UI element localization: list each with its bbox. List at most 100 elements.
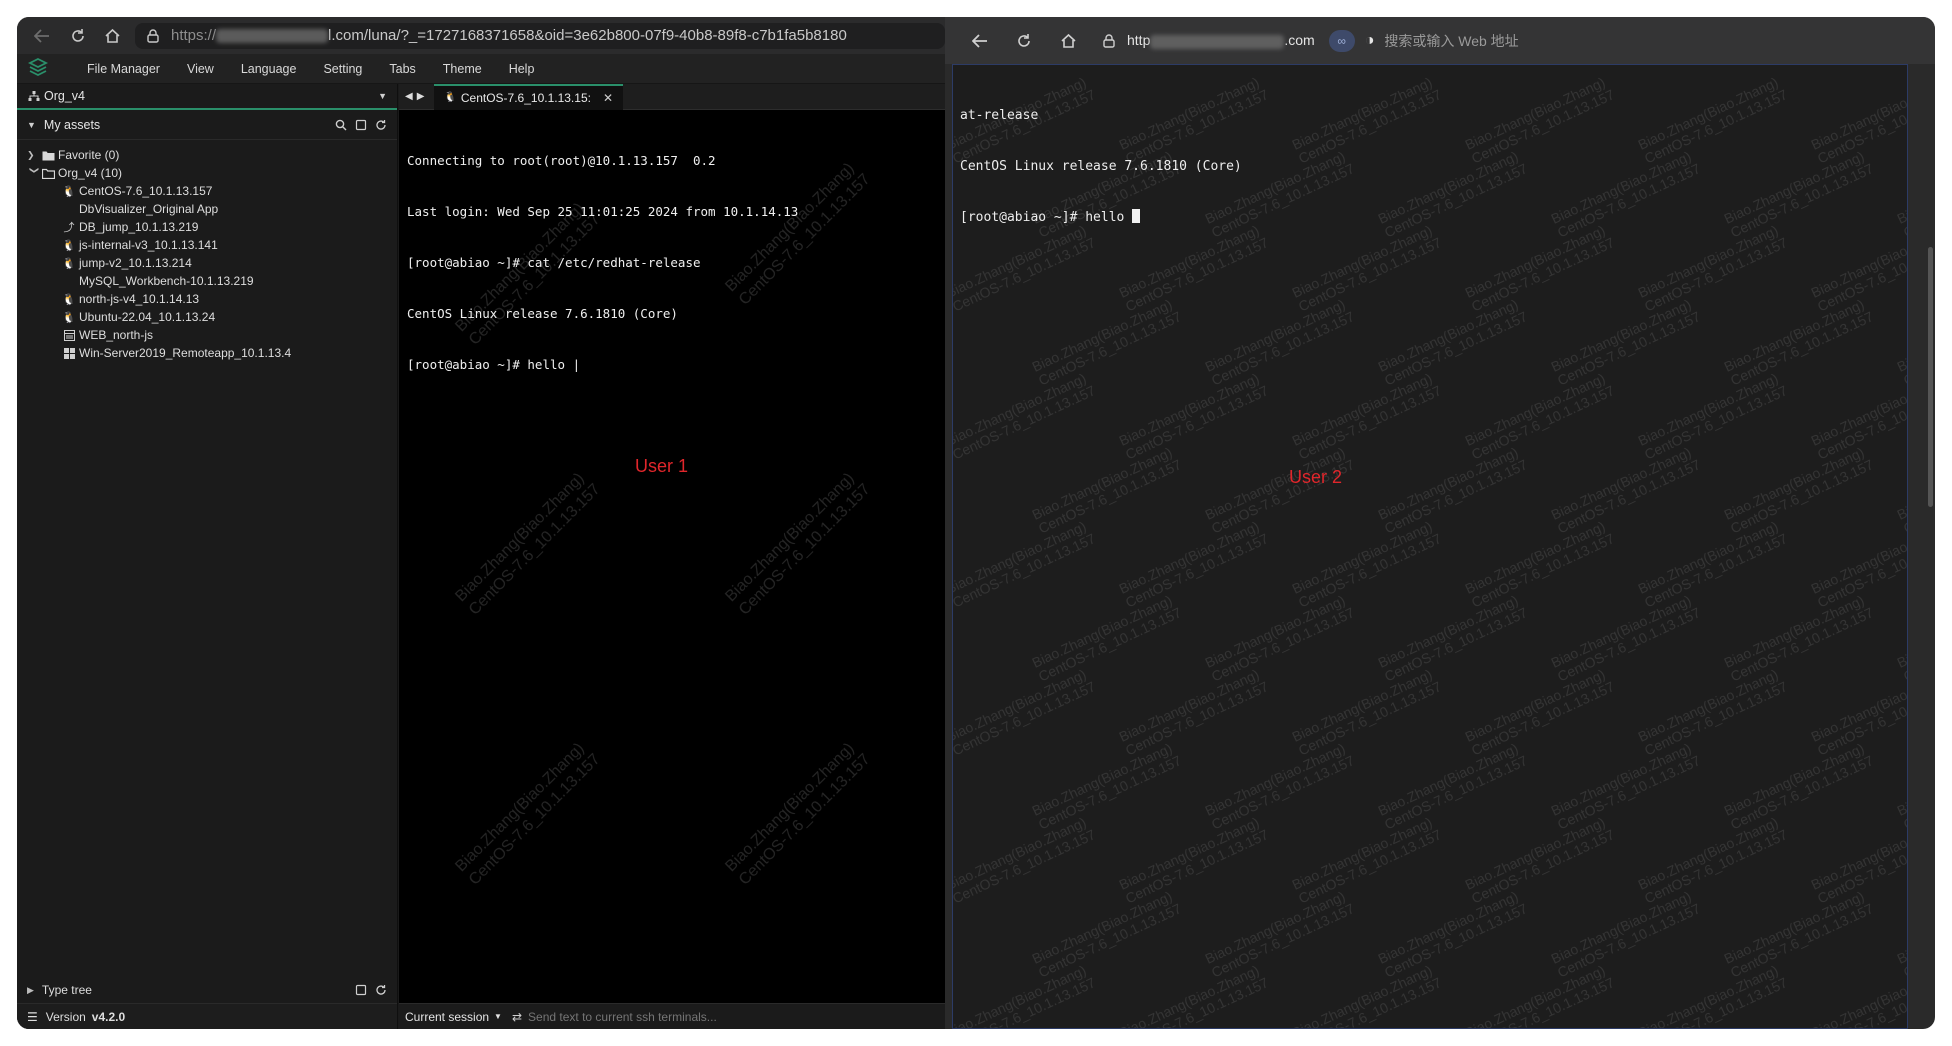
watermark-text: Biao.Zhang(Biao.Zhang) CentOS-7.6_10.1.1… [1116, 517, 1271, 611]
my-assets-title: My assets [43, 117, 101, 132]
watermark-text: Biao.Zhang(Biao.Zhang) CentOS-7.6_10.1.1… [1635, 221, 1790, 315]
address-hint: 搜索或输入 Web 地址 [1384, 32, 1519, 49]
asset-item[interactable]: MySQL_Workbench-10.1.13.219 [17, 272, 397, 290]
watermark-text: Biao.Zhang(Biao.Zhang) CentOS-7.6_10.1.1… [1721, 739, 1876, 833]
asset-item[interactable]: Win-Server2019_Remoteapp_10.1.13.4 [17, 344, 397, 362]
close-icon[interactable]: ✕ [603, 91, 613, 105]
tree-node-label: Org_v4 (10) [58, 166, 123, 180]
menu-help[interactable]: Help [509, 62, 535, 76]
watermark-text: Biao.Zhang(Biao.Zhang) CentOS-7.6_10.1.1… [722, 469, 874, 619]
asset-sidebar: Org_v4 ▼ ▼ My assets ❯ Favorite (0) ❯ Or… [17, 84, 398, 1029]
refresh-icon[interactable] [375, 119, 387, 131]
reload-button[interactable] [67, 25, 89, 47]
watermark-text: Biao.Zhang(Biao.Zhang) CentOS-7.6_10.1.1… [1202, 739, 1357, 833]
asset-item[interactable]: DbVisualizer_Original App [17, 200, 397, 218]
watermark-text: Biao.Zhang(Biao.Zhang) CentOS-7.6_10.1.1… [1289, 221, 1444, 315]
watermark-text: Biao.Zhang(Biao.Zhang) CentOS-7.6_10.1.1… [1289, 73, 1444, 167]
search-icon[interactable] [335, 119, 347, 131]
watermark-text: Biao.Zhang(Biao.Zhang) CentOS-7.6_10.1.1… [1548, 443, 1703, 537]
watermark-text: Biao.Zhang(Biao.Zhang) CentOS-7.6_10.1.1… [1029, 887, 1184, 981]
asset-item[interactable]: 🐧 north-js-v4_10.1.14.13 [17, 290, 397, 308]
caret-right-icon: ▶ [27, 984, 34, 995]
menu-view[interactable]: View [187, 62, 214, 76]
arrow-left-icon [972, 33, 987, 48]
send-command-bar: Current session ▼ ⇄ [399, 1003, 945, 1029]
reload-button[interactable] [1013, 30, 1035, 52]
terminal-line: CentOS Linux release 7.6.1810 (Core) [960, 159, 1242, 174]
menu-file-manager[interactable]: File Manager [87, 62, 160, 76]
tree-node-favorite[interactable]: ❯ Favorite (0) [17, 146, 397, 164]
asset-item[interactable]: WEB_north-js [17, 326, 397, 344]
org-selector[interactable]: Org_v4 ▼ [17, 84, 397, 110]
caret-down-icon: ▼ [494, 1012, 502, 1021]
watermark-text: Biao.Zhang(Biao.Zhang) CentOS-7.6_10.1.1… [1029, 739, 1184, 833]
back-button[interactable] [969, 30, 991, 52]
watermark-text: Biao.Zhang(Biao.Zhang) CentOS-7.6_10.1.1… [1894, 887, 1908, 981]
asset-item[interactable]: ⤴ DB_jump_10.1.13.219 [17, 218, 397, 236]
watermark-text: Biao.Zhang(Biao.Zhang) CentOS-7.6_10.1.1… [1116, 665, 1271, 759]
chevron-right-icon: ❯ [27, 149, 35, 160]
terminal-tab[interactable]: 🐧 CentOS-7.6_10.1.13.15: ✕ [434, 83, 624, 110]
organization-icon [27, 89, 41, 103]
watermark-text: Biao.Zhang(Biao.Zhang) CentOS-7.6_10.1.1… [1548, 147, 1703, 241]
arrow-left-icon[interactable]: ◀ [405, 91, 413, 102]
send-text-input[interactable] [528, 1009, 939, 1024]
scrollbar[interactable] [1928, 247, 1933, 507]
watermark-text: Biao.Zhang(Biao.Zhang) CentOS-7.6_10.1.1… [1029, 591, 1184, 685]
watermark-text: Biao.Zhang(Biao.Zhang) CentOS-7.6_10.1.1… [1548, 887, 1703, 981]
asset-item[interactable]: 🐧 jump-v2_10.1.13.214 [17, 254, 397, 272]
collapse-icon[interactable] [355, 984, 367, 996]
watermark-text: Biao.Zhang(Biao.Zhang) CentOS-7.6_10.1.1… [1116, 961, 1271, 1029]
address-bar[interactable]: http .com ∞ ◑ 搜索或输入 Web 地址 [1103, 29, 1519, 52]
type-tree-header[interactable]: ▶ Type tree [17, 977, 397, 1003]
arrow-right-icon[interactable]: ▶ [417, 91, 425, 102]
asset-label: DbVisualizer_Original App [79, 202, 219, 216]
caret-down-icon: ▼ [27, 119, 36, 130]
terminal-output[interactable]: Connecting to root(root)@10.1.13.157 0.2… [407, 118, 798, 407]
url-redacted [216, 29, 329, 44]
asset-item[interactable]: 🐧 Ubuntu-22.04_10.1.13.24 [17, 308, 397, 326]
menu-language[interactable]: Language [241, 62, 297, 76]
terminal-pane[interactable]: Biao.Zhang(Biao.Zhang) CentOS-7.6_10.1.1… [952, 64, 1908, 1029]
tree-node-org[interactable]: ❯ Org_v4 (10) [17, 164, 397, 182]
watermark-text: Biao.Zhang(Biao.Zhang) CentOS-7.6_10.1.1… [1635, 73, 1790, 167]
home-button[interactable] [1057, 30, 1079, 52]
terminal-line: Last login: Wed Sep 25 11:01:25 2024 fro… [407, 204, 799, 219]
watermark-text: Biao.Zhang(Biao.Zhang) CentOS-7.6_10.1.1… [952, 813, 1098, 907]
terminal-line: Connecting to root(root)@10.1.13.157 0.2 [407, 153, 716, 168]
watermark-text: Biao.Zhang(Biao.Zhang) CentOS-7.6_10.1.1… [1375, 739, 1530, 833]
asset-item[interactable]: 🐧 CentOS-7.6_10.1.13.157 [17, 182, 397, 200]
url-text: http .com [1127, 32, 1315, 49]
watermark-text: Biao.Zhang(Biao.Zhang) CentOS-7.6_10.1.1… [952, 517, 1098, 611]
refresh-icon[interactable] [375, 984, 387, 996]
extension-icon[interactable]: ∞ [1328, 29, 1355, 52]
link-icon: ⤴ [63, 222, 75, 234]
menu-tabs[interactable]: Tabs [389, 62, 415, 76]
version-label: Version [45, 1009, 86, 1024]
home-button[interactable] [101, 25, 123, 47]
session-select[interactable]: Current session [405, 1010, 489, 1024]
watermark-text: Biao.Zhang(Biao.Zhang) CentOS-7.6_10.1.1… [1116, 813, 1271, 907]
edge-logo-icon: ◑ [1364, 31, 1375, 49]
menu-theme[interactable]: Theme [443, 62, 482, 76]
asset-label: DB_jump_10.1.13.219 [79, 220, 199, 234]
left-browser-window: https://l.com/luna/?_=1727168371658&oid=… [17, 17, 945, 1029]
collapse-icon[interactable] [355, 119, 367, 131]
address-bar[interactable]: https://l.com/luna/?_=1727168371658&oid=… [135, 22, 945, 49]
back-button[interactable] [31, 25, 53, 47]
watermark-text: Biao.Zhang(Biao.Zhang) CentOS-7.6_10.1.1… [1635, 517, 1790, 611]
watermark-text: Biao.Zhang(Biao.Zhang) CentOS-7.6_10.1.1… [1202, 295, 1357, 389]
menu-setting[interactable]: Setting [323, 62, 362, 76]
watermark-text: Biao.Zhang(Biao.Zhang) CentOS-7.6_10.1.1… [1462, 221, 1617, 315]
watermark-text: Biao.Zhang(Biao.Zhang) CentOS-7.6_10.1.1… [952, 369, 1098, 463]
my-assets-header[interactable]: ▼ My assets [17, 110, 397, 140]
asset-item[interactable]: 🐧 js-internal-v3_10.1.13.141 [17, 236, 397, 254]
watermark-text: Biao.Zhang(Biao.Zhang) CentOS-7.6_10.1.1… [1289, 813, 1444, 907]
lock-icon [147, 28, 159, 43]
watermark-text: Biao.Zhang(Biao.Zhang) CentOS-7.6_10.1.1… [1375, 295, 1530, 389]
asset-label: north-js-v4_10.1.14.13 [79, 292, 200, 306]
watermark-text: Biao.Zhang(Biao.Zhang) CentOS-7.6_10.1.1… [1548, 591, 1703, 685]
menu-lines-icon: ☰ [27, 1009, 38, 1024]
watermark-text: Biao.Zhang(Biao.Zhang) CentOS-7.6_10.1.1… [1202, 591, 1357, 685]
watermark-text: Biao.Zhang(Biao.Zhang) CentOS-7.6_10.1.1… [1375, 147, 1530, 241]
